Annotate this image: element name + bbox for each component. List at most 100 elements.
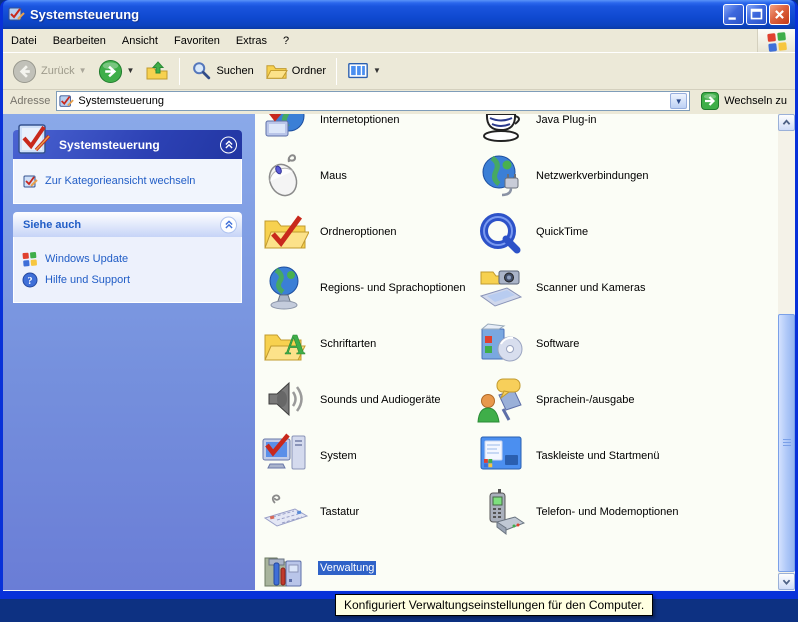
scroll-up-icon[interactable] (778, 114, 795, 131)
cp-item-label: QuickTime (534, 225, 590, 239)
minimize-button[interactable] (723, 4, 744, 25)
toolbar-separator (336, 58, 337, 85)
panel-title: Systemsteuerung (59, 138, 160, 152)
titlebar: Systemsteuerung (3, 0, 795, 29)
cp-item-taskleiste-und-startmen[interactable]: Taskleiste und Startmenü (477, 428, 662, 484)
sidebar-link-windows-update[interactable]: Windows Update (22, 251, 233, 267)
go-button[interactable]: Wechseln zu (696, 92, 793, 110)
back-button[interactable]: Zurück ▼ (7, 55, 92, 88)
back-label: Zurück (41, 65, 75, 77)
regional-icon (261, 264, 309, 312)
go-icon (701, 92, 719, 110)
cp-item-netzwerkverbindungen[interactable]: Netzwerkverbindungen (477, 148, 651, 204)
menu-favoriten[interactable]: Favoriten (166, 32, 228, 50)
folders-button[interactable]: Ordner (260, 56, 331, 87)
menu-extras[interactable]: Extras (228, 32, 275, 50)
folders-label: Ordner (292, 65, 326, 77)
control-panel-icon (59, 94, 74, 109)
cp-item-label: Tastatur (318, 505, 361, 519)
sidebar-link-hilfe-und-support[interactable]: ? Hilfe und Support (22, 272, 233, 288)
scanner-icon (477, 264, 525, 312)
menu-datei[interactable]: Datei (3, 32, 45, 50)
cp-item-ordneroptionen[interactable]: Ordneroptionen (261, 204, 398, 260)
windows-update-icon (22, 251, 38, 267)
scroll-down-icon[interactable] (778, 573, 795, 590)
cp-item-internetoptionen[interactable]: Internetoptionen (261, 114, 402, 148)
cp-item-telefon-und-modemoptionen[interactable]: Telefon- und Modemoptionen (477, 484, 680, 540)
views-dropdown-icon[interactable]: ▼ (373, 67, 381, 75)
content-area: Systemsteuerung Zur Kategorieansicht wec… (3, 114, 795, 591)
collapse-chevron-icon[interactable] (220, 136, 237, 153)
forward-button[interactable]: ▼ (93, 55, 140, 88)
cp-item-label: Regions- und Sprachoptionen (318, 281, 468, 295)
scrollbar-thumb[interactable] (778, 314, 795, 572)
cp-item-scanner-und-kameras[interactable]: Scanner und Kameras (477, 260, 647, 316)
panel-title: Siehe auch (23, 219, 81, 231)
cp-item-quicktime[interactable]: QuickTime (477, 204, 590, 260)
cp-item-label: Verwaltung (318, 561, 376, 575)
address-bar: Adresse Systemsteuerung ▼ Wechseln zu (3, 90, 795, 114)
cp-item-java-plug-in[interactable]: Java Plug-in (477, 114, 599, 148)
phone-icon (477, 488, 525, 536)
menu-ansicht[interactable]: Ansicht (114, 32, 166, 50)
internet-options-icon (261, 114, 309, 144)
keyboard-icon (261, 488, 309, 536)
menu-bar: DateiBearbeitenAnsichtFavoritenExtras? (3, 29, 795, 53)
menu-bearbeiten[interactable]: Bearbeiten (45, 32, 114, 50)
cp-item-label: Netzwerkverbindungen (534, 169, 651, 183)
go-label: Wechseln zu (724, 95, 787, 107)
icon-list: Internetoptionen Maus Ordneroptionen Region… (255, 114, 778, 590)
toolbar-separator (179, 58, 180, 85)
cp-item-label: Sounds und Audiogeräte (318, 393, 443, 407)
cp-item-sounds-und-audioger-te[interactable]: Sounds und Audiogeräte (261, 372, 443, 428)
cp-item-maus[interactable]: Maus (261, 148, 349, 204)
search-label: Suchen (216, 65, 253, 77)
address-input[interactable]: Systemsteuerung ▼ (56, 91, 690, 111)
views-icon (347, 60, 369, 82)
sidebar-link-label: Hilfe und Support (45, 274, 130, 286)
cp-item-label: Ordneroptionen (318, 225, 398, 239)
back-arrow-icon (12, 59, 37, 84)
cp-item-verwaltung[interactable]: Verwaltung (261, 540, 376, 590)
address-dropdown-icon[interactable]: ▼ (670, 93, 687, 109)
fonts-icon: A (261, 320, 309, 368)
cp-item-label: Telefon- und Modemoptionen (534, 505, 680, 519)
cp-item-label: Java Plug-in (534, 114, 599, 127)
maximize-button[interactable] (746, 4, 767, 25)
vertical-scrollbar[interactable] (778, 114, 795, 590)
help-icon: ? (22, 272, 38, 288)
search-button[interactable]: Suchen (185, 56, 258, 86)
sidebar-link-zur-kategorieansicht-wechseln[interactable]: Zur Kategorieansicht wechseln (22, 173, 233, 189)
forward-dropdown-icon[interactable]: ▼ (127, 67, 135, 75)
toolbar: Zurück ▼ ▼ Suchen Ordner ▼ (3, 53, 795, 90)
window-title: Systemsteuerung (30, 7, 721, 22)
cp-item-sprachein-ausgabe[interactable]: Sprachein-/ausgabe (477, 372, 636, 428)
cp-item-label: Maus (318, 169, 349, 183)
folder-options-icon (261, 208, 309, 256)
cp-item-schriftarten[interactable]: A Schriftarten (261, 316, 378, 372)
collapse-chevron-icon[interactable] (220, 216, 237, 233)
software-icon (477, 320, 525, 368)
back-dropdown-icon[interactable]: ▼ (79, 67, 87, 75)
cp-item-label: Software (534, 337, 581, 351)
cp-item-software[interactable]: Software (477, 316, 581, 372)
task-pane: Systemsteuerung Zur Kategorieansicht wec… (3, 114, 255, 590)
close-button[interactable] (769, 4, 790, 25)
cp-item-label: System (318, 449, 359, 463)
sidebar-link-label: Zur Kategorieansicht wechseln (45, 175, 195, 187)
cp-item-regions-und-sprachoptionen[interactable]: Regions- und Sprachoptionen (261, 260, 468, 316)
cp-item-label: Schriftarten (318, 337, 378, 351)
mouse-icon (261, 152, 309, 200)
up-button[interactable] (140, 55, 174, 87)
views-button[interactable]: ▼ (342, 56, 386, 86)
windows-logo-block (757, 29, 795, 52)
cp-item-tastatur[interactable]: Tastatur (261, 484, 361, 540)
cp-item-label: Scanner und Kameras (534, 281, 647, 295)
system-icon (261, 432, 309, 480)
explorer-window: Systemsteuerung DateiBearbeitenAnsichtFa… (0, 0, 798, 599)
panel-header: Siehe auch (13, 212, 242, 237)
menu-help[interactable]: ? (275, 32, 297, 50)
panel-siehe-auch: Siehe auch Windows Update? Hilfe und Supp… (13, 212, 242, 303)
menu-items: DateiBearbeitenAnsichtFavoritenExtras? (3, 32, 297, 50)
cp-item-system[interactable]: System (261, 428, 359, 484)
